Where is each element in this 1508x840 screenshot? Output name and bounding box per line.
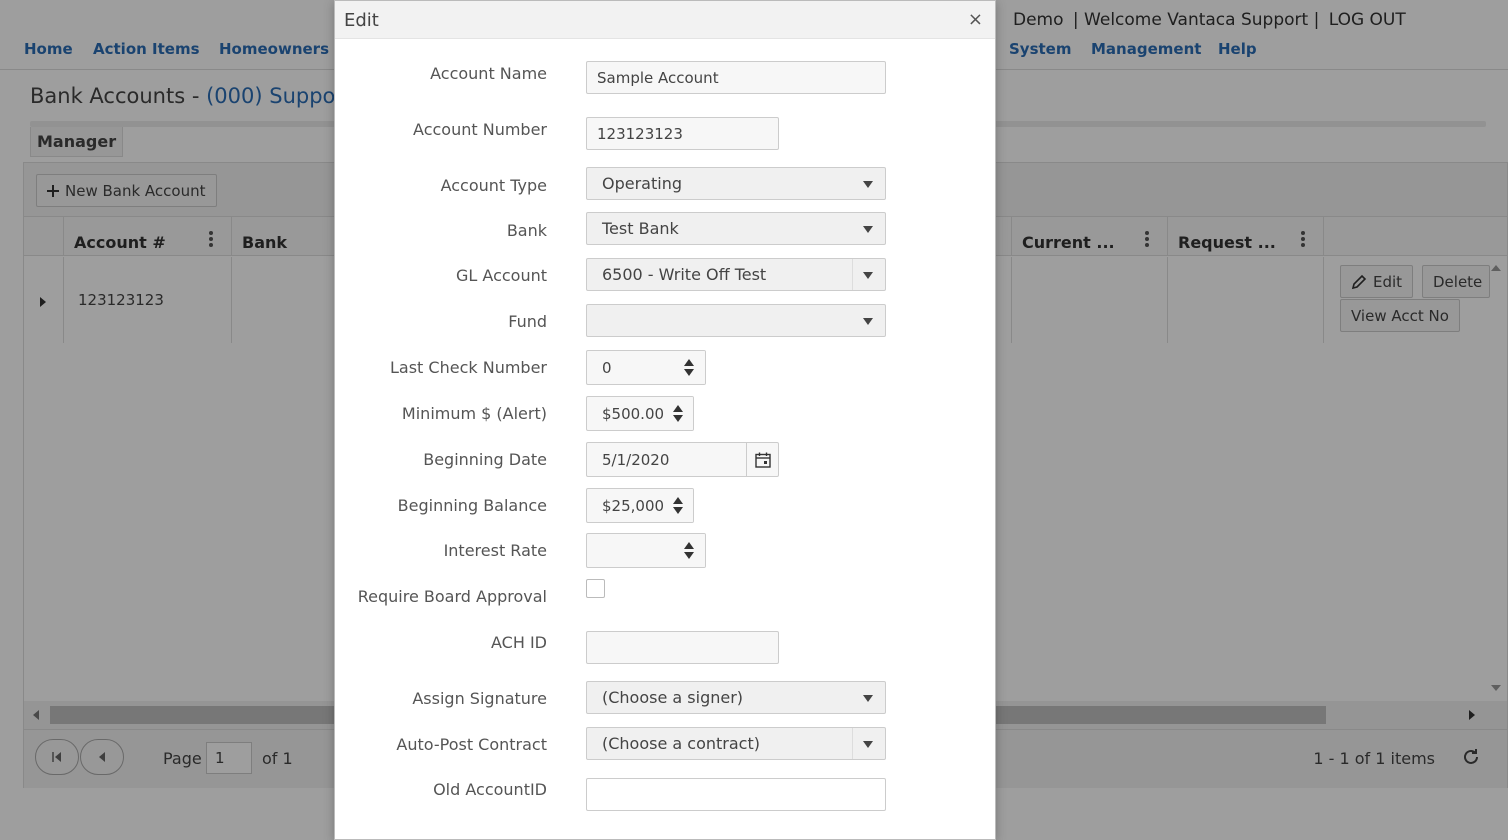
calendar-button[interactable] bbox=[746, 443, 778, 476]
combobox-divider bbox=[852, 728, 853, 759]
ach-id-input[interactable] bbox=[586, 631, 779, 664]
assign-signature-select[interactable]: (Choose a signer) bbox=[586, 681, 886, 714]
increment-icon[interactable] bbox=[673, 497, 683, 504]
row-last-check: Last Check Number 0 bbox=[335, 350, 995, 390]
last-check-number-input[interactable]: 0 bbox=[586, 350, 706, 385]
interest-rate-input[interactable] bbox=[586, 533, 706, 568]
row-beginning-balance: Beginning Balance $25,000. bbox=[335, 488, 995, 528]
auto-post-value: (Choose a contract) bbox=[602, 734, 760, 753]
decrement-icon[interactable] bbox=[684, 369, 694, 376]
fund-label: Fund bbox=[508, 312, 547, 331]
bank-value: Test Bank bbox=[602, 219, 679, 238]
last-check-value: 0 bbox=[602, 358, 612, 377]
row-account-type: Account Type Operating bbox=[335, 167, 995, 207]
edit-bank-account-dialog: Edit × Account Name Sample Account Accou… bbox=[334, 0, 996, 840]
decrement-icon[interactable] bbox=[673, 507, 683, 514]
row-bank: Bank Test Bank bbox=[335, 212, 995, 252]
account-type-label: Account Type bbox=[440, 176, 547, 195]
beginning-balance-value: $25,000. bbox=[602, 496, 669, 515]
minimum-alert-input[interactable]: $500.00 bbox=[586, 396, 694, 431]
row-auto-post: Auto-Post Contract (Choose a contract) bbox=[335, 727, 995, 767]
interest-rate-label: Interest Rate bbox=[443, 541, 547, 560]
decrement-icon[interactable] bbox=[684, 552, 694, 559]
gl-account-value: 6500 - Write Off Test bbox=[602, 265, 767, 284]
account-name-input[interactable]: Sample Account bbox=[586, 61, 886, 94]
spinner-arrows[interactable] bbox=[673, 534, 705, 567]
row-interest-rate: Interest Rate bbox=[335, 533, 995, 573]
chevron-down-icon bbox=[863, 318, 873, 325]
account-type-select[interactable]: Operating bbox=[586, 167, 886, 200]
bank-label: Bank bbox=[506, 221, 547, 240]
row-beginning-date: Beginning Date 5/1/2020 bbox=[335, 442, 995, 482]
minimum-alert-label: Minimum $ (Alert) bbox=[401, 404, 547, 423]
chevron-down-icon[interactable] bbox=[863, 741, 873, 748]
bank-select[interactable]: Test Bank bbox=[586, 212, 886, 245]
row-account-number: Account Number 123123123 bbox=[335, 117, 995, 157]
spinner-arrows[interactable] bbox=[663, 397, 693, 430]
auto-post-label: Auto-Post Contract bbox=[396, 735, 547, 754]
account-number-input[interactable]: 123123123 bbox=[586, 117, 779, 150]
spinner-arrows[interactable] bbox=[663, 489, 693, 522]
old-account-input[interactable] bbox=[586, 778, 886, 811]
dialog-title: Edit bbox=[344, 10, 379, 31]
assign-signature-value: (Choose a signer) bbox=[602, 688, 744, 707]
row-old-account: Old AccountID bbox=[335, 778, 995, 818]
beginning-date-label: Beginning Date bbox=[423, 450, 547, 469]
combobox-divider bbox=[852, 259, 853, 290]
require-board-label: Require Board Approval bbox=[357, 587, 547, 606]
close-icon[interactable]: × bbox=[968, 11, 983, 29]
beginning-date-value: 5/1/2020 bbox=[602, 450, 670, 469]
increment-icon[interactable] bbox=[673, 405, 683, 412]
require-board-checkbox[interactable] bbox=[586, 579, 605, 598]
beginning-balance-label: Beginning Balance bbox=[397, 496, 547, 515]
chevron-down-icon[interactable] bbox=[863, 272, 873, 279]
fund-select[interactable] bbox=[586, 304, 886, 337]
account-number-label: Account Number bbox=[413, 120, 547, 139]
row-gl-account: GL Account 6500 - Write Off Test bbox=[335, 258, 995, 298]
auto-post-combobox[interactable]: (Choose a contract) bbox=[586, 727, 886, 760]
assign-signature-label: Assign Signature bbox=[412, 689, 547, 708]
dialog-titlebar: Edit × bbox=[335, 1, 995, 39]
beginning-date-picker[interactable]: 5/1/2020 bbox=[586, 442, 779, 477]
account-name-label: Account Name bbox=[430, 64, 547, 83]
chevron-down-icon bbox=[863, 226, 873, 233]
account-type-value: Operating bbox=[602, 174, 682, 193]
gl-account-combobox[interactable]: 6500 - Write Off Test bbox=[586, 258, 886, 291]
minimum-alert-value: $500.00 bbox=[602, 404, 665, 423]
chevron-down-icon bbox=[863, 695, 873, 702]
last-check-label: Last Check Number bbox=[390, 358, 547, 377]
calendar-icon bbox=[754, 452, 771, 468]
decrement-icon[interactable] bbox=[673, 415, 683, 422]
spinner-arrows[interactable] bbox=[673, 351, 705, 384]
row-fund: Fund bbox=[335, 304, 995, 344]
row-assign-signature: Assign Signature (Choose a signer) bbox=[335, 681, 995, 721]
row-minimum-alert: Minimum $ (Alert) $500.00 bbox=[335, 396, 995, 436]
row-account-name: Account Name Sample Account bbox=[335, 61, 995, 101]
increment-icon[interactable] bbox=[684, 359, 694, 366]
beginning-balance-input[interactable]: $25,000. bbox=[586, 488, 694, 523]
increment-icon[interactable] bbox=[684, 542, 694, 549]
gl-account-label: GL Account bbox=[456, 266, 547, 285]
old-account-label: Old AccountID bbox=[433, 780, 547, 799]
chevron-down-icon bbox=[863, 181, 873, 188]
row-ach-id: ACH ID bbox=[335, 631, 995, 671]
row-require-board: Require Board Approval bbox=[335, 579, 995, 619]
ach-id-label: ACH ID bbox=[491, 633, 547, 652]
